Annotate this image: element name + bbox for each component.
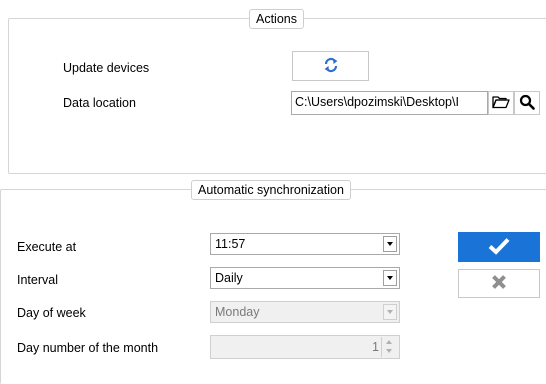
actions-group-title: Actions: [249, 9, 304, 29]
data-location-label: Data location: [63, 96, 136, 110]
folder-open-icon: [492, 95, 510, 112]
stepper-up-icon[interactable]: [386, 340, 392, 344]
interval-select[interactable]: Daily: [210, 267, 400, 289]
execute-at-label: Execute at: [17, 240, 77, 254]
browse-folder-button[interactable]: [488, 91, 514, 115]
search-icon: [519, 94, 535, 113]
day-of-week-value: Monday: [215, 305, 260, 319]
refresh-icon: [323, 57, 339, 76]
stepper-arrows[interactable]: [381, 337, 398, 357]
execute-at-select[interactable]: 11:57: [210, 233, 400, 255]
chevron-down-icon[interactable]: [383, 304, 397, 320]
search-location-button[interactable]: [514, 91, 540, 115]
interval-label: Interval: [17, 273, 58, 287]
chevron-down-icon[interactable]: [383, 236, 397, 252]
execute-at-value: 11:57: [215, 237, 246, 251]
day-number-label: Day number of the month: [17, 341, 159, 355]
chevron-down-icon[interactable]: [383, 270, 397, 286]
confirm-button[interactable]: [458, 232, 540, 262]
close-icon: [491, 274, 507, 293]
day-number-stepper[interactable]: 1: [210, 335, 400, 359]
sync-group-title: Automatic synchronization: [191, 180, 351, 200]
data-location-value: C:\Users\dpozimski\Desktop\I: [295, 95, 459, 109]
interval-value: Daily: [215, 271, 243, 285]
day-number-value: 1: [372, 340, 379, 354]
checkmark-icon: [488, 237, 510, 258]
day-of-week-label: Day of week: [17, 306, 86, 320]
data-location-field[interactable]: C:\Users\dpozimski\Desktop\I: [291, 91, 488, 115]
day-of-week-select[interactable]: Monday: [210, 301, 400, 323]
stepper-down-icon[interactable]: [386, 349, 392, 353]
update-devices-button[interactable]: [292, 51, 369, 81]
update-devices-label: Update devices: [63, 61, 150, 75]
cancel-button[interactable]: [458, 269, 540, 298]
